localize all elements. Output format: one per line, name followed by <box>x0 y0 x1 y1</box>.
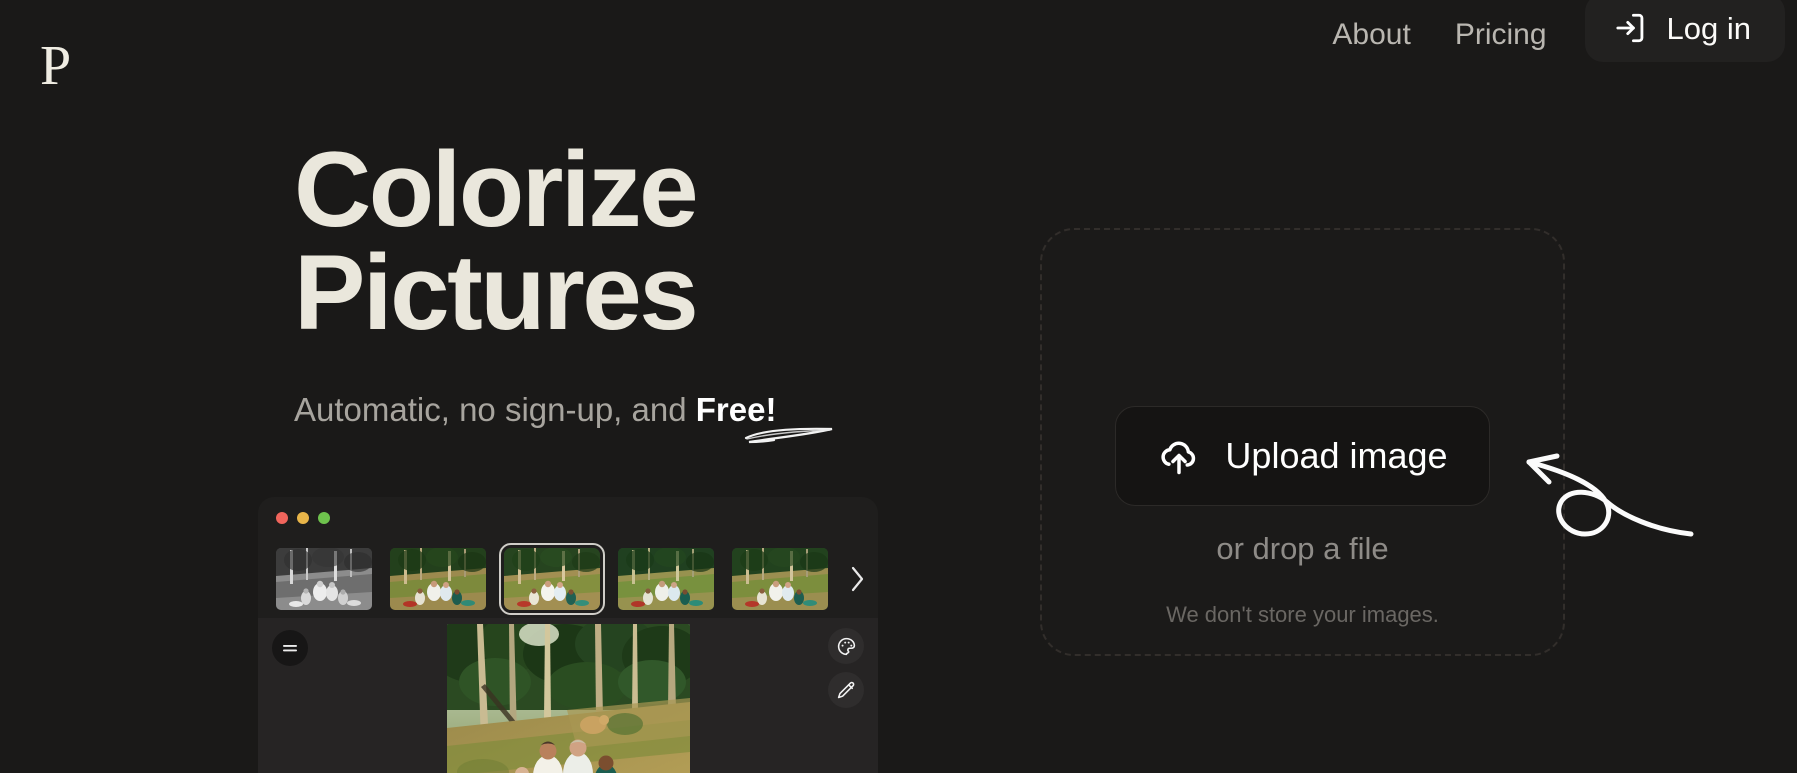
window-titlebar <box>258 497 878 540</box>
subheadline-emphasis: Free! <box>695 391 777 428</box>
login-button[interactable]: Log in <box>1584 0 1785 62</box>
thumbnail-image-color-selected <box>504 548 600 610</box>
upload-image-button[interactable]: Upload image <box>1115 406 1490 506</box>
main-preview-image <box>446 624 690 773</box>
thumbnail-image-color <box>732 548 828 610</box>
nav-link-about[interactable]: About <box>1332 20 1410 50</box>
main-navigation: About Pricing Log in <box>1332 0 1797 62</box>
window-close-button[interactable] <box>276 512 288 524</box>
subheadline-prefix: Automatic, no sign-up, and <box>294 391 696 428</box>
cloud-upload-icon <box>1161 441 1196 475</box>
chevron-right-icon[interactable] <box>848 564 866 594</box>
list-item[interactable] <box>618 548 714 610</box>
thumbnail-image-bw <box>276 548 372 610</box>
window-minimize-button[interactable] <box>297 512 309 524</box>
upload-dropzone[interactable]: Upload image or drop a file We don't sto… <box>1040 228 1565 656</box>
drop-file-hint: or drop a file <box>1216 531 1389 566</box>
headline-line-2: Pictures <box>294 232 699 352</box>
preview-canvas <box>258 618 878 773</box>
window-controls <box>276 512 330 524</box>
list-item[interactable] <box>390 548 486 610</box>
compare-slider-icon <box>283 645 297 652</box>
login-arrow-icon <box>1615 13 1643 43</box>
site-header: P About Pricing Log in <box>0 0 1797 100</box>
thumbnail-image-color <box>618 548 714 610</box>
list-item[interactable] <box>276 548 372 610</box>
headline-line-1: Colorize <box>294 129 699 249</box>
palette-button[interactable] <box>828 628 864 664</box>
dropzone-content: Upload image or drop a file <box>1042 406 1563 564</box>
canvas-tools <box>828 628 864 708</box>
hero-subheadline: Automatic, no sign-up, and Free! <box>294 390 776 430</box>
colorized-photo <box>446 624 690 773</box>
edit-button[interactable] <box>828 672 864 708</box>
nav-link-pricing[interactable]: Pricing <box>1455 20 1547 50</box>
landing-page: P About Pricing Log in Colorize Pictures… <box>0 0 1797 773</box>
page-title: Colorize Pictures <box>294 136 854 352</box>
app-preview-window <box>258 497 878 773</box>
hero-section: Colorize Pictures Automatic, no sign-up,… <box>0 0 900 773</box>
pencil-icon <box>837 681 854 698</box>
list-item[interactable] <box>499 543 605 615</box>
login-button-label: Log in <box>1666 10 1751 46</box>
list-item[interactable] <box>732 548 828 610</box>
brand-logo[interactable]: P <box>40 38 71 94</box>
palette-icon <box>837 637 855 655</box>
window-maximize-button[interactable] <box>318 512 330 524</box>
upload-button-label: Upload image <box>1225 435 1448 476</box>
thumbnail-strip[interactable] <box>258 540 878 618</box>
thumbnail-image-color <box>390 548 486 610</box>
compare-slider-button[interactable] <box>272 630 308 666</box>
privacy-note: We don't store your images. <box>1166 602 1439 627</box>
